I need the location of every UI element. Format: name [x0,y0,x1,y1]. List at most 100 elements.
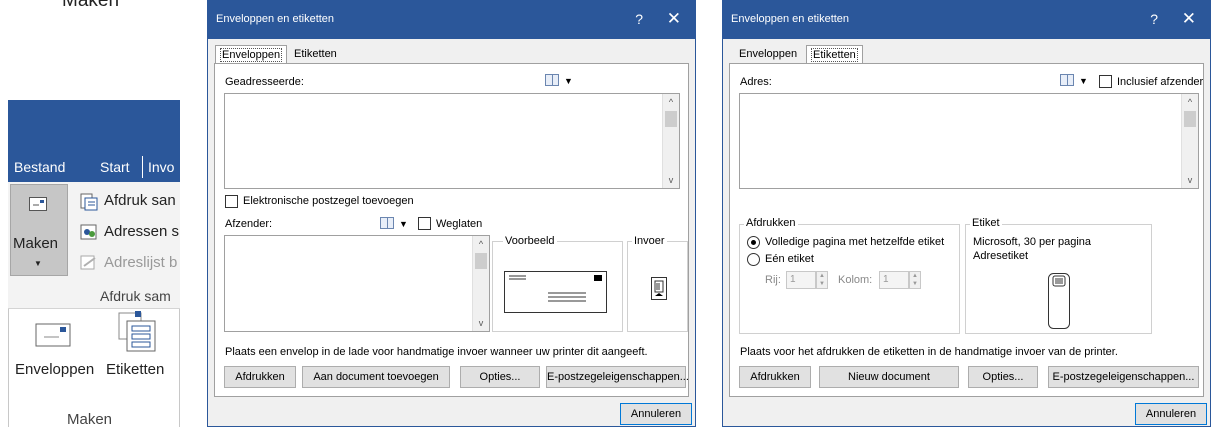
preview-label: Voorbeeld [503,235,557,247]
help-icon[interactable]: ? [1150,11,1158,27]
tab-enveloppen[interactable]: Enveloppen [735,45,801,64]
scroll-down-icon[interactable]: v [663,172,679,188]
envelopes-option[interactable]: Enveloppen [15,361,94,378]
scrollbar[interactable]: ^ v [1181,94,1198,188]
help-icon[interactable]: ? [635,11,643,27]
edit-list-icon [80,255,96,270]
label-vendor: Microsoft, 30 per pagina [973,236,1092,248]
include-sender-checkbox[interactable] [1099,75,1112,88]
include-sender-label: Inclusief afzender [1117,76,1204,88]
labels-large-icon [118,311,156,352]
labels-option[interactable]: Etiketten [106,361,164,378]
omit-checkbox[interactable] [418,217,431,230]
print-options-group: Volledige pagina met hetzelfde etiket Eé… [739,224,960,334]
scrollbar-thumb[interactable] [1184,111,1196,127]
envelope-preview-icon [504,271,607,313]
scrollbar-thumb[interactable] [665,111,677,127]
chevron-down-icon: ▼ [34,259,42,268]
address-book-icon[interactable] [545,74,559,86]
recipients-icon [80,224,97,240]
chevron-down-icon[interactable]: ▼ [1079,76,1088,86]
label-type: Adresetiket [973,250,1029,262]
options-button[interactable]: Opties... [968,366,1038,388]
select-recipients-item[interactable]: Adressen s [104,223,179,240]
label-sheet-icon [1048,273,1070,329]
maken-dropdown: Enveloppen Etiketten Maken [8,309,180,427]
label-address-input[interactable]: ^ v [739,93,1199,189]
maken-button-label: Maken [13,235,59,252]
scrollbar-thumb[interactable] [475,253,487,269]
scroll-down-icon[interactable]: v [473,315,489,331]
tab-bestand[interactable]: Bestand [14,159,65,175]
close-icon[interactable]: ✕ [667,9,681,29]
row-input: 1 [786,271,816,289]
scroll-up-icon[interactable]: ^ [473,236,489,252]
ribbon-tab-bar: Bestand Start Invo [8,100,180,182]
tab-separator [142,156,143,178]
single-label-label: Eén etiket [765,253,814,265]
recipient-address-input[interactable]: ^ v [224,93,680,189]
tab-invoegen[interactable]: Invo [148,159,174,175]
envelope-large-icon [35,323,71,347]
feed-group[interactable] [627,241,688,332]
chevron-down-icon[interactable]: ▼ [399,219,408,229]
chevron-down-icon[interactable]: ▼ [564,76,573,86]
print-button[interactable]: Afdrukken [224,366,296,388]
dropdown-group-label: Maken [67,411,113,427]
scroll-down-icon[interactable]: v [1182,172,1198,188]
tab-etiketten[interactable]: Etiketten [290,45,341,64]
single-label-radio[interactable] [747,253,760,266]
address-label: Adres: [740,76,772,88]
tab-start[interactable]: Start [100,159,130,175]
e-postage-properties-button[interactable]: E-postzegeleigenschappen... [546,366,689,388]
preview-group[interactable] [492,241,623,332]
instruction-text: Plaats een envelop in de lade voor handm… [225,346,648,358]
row-stepper: ▲ ▼ [816,271,828,289]
e-postage-label: Elektronische postzegel toevoegen [243,195,414,207]
dialog-title: Enveloppen en etiketten [731,13,850,25]
labels-tab-panel: Adres: ▼ Inclusief afzender ^ v Volledig… [729,63,1204,397]
scroll-up-icon[interactable]: ^ [663,94,679,110]
options-button[interactable]: Opties... [460,366,540,388]
omit-label: Weglaten [436,218,483,230]
full-page-radio[interactable] [747,236,760,249]
address-book-icon[interactable] [1060,74,1074,86]
edit-recipient-list-item: Adreslijst b [104,254,178,271]
dialog-title-bar: Enveloppen en etiketten ? ✕ [723,1,1210,39]
full-page-label: Volledige pagina met hetzelfde etiket [765,236,945,248]
print-merge-item[interactable]: Afdruk san [104,192,176,209]
scrollbar[interactable]: ^ v [472,236,489,331]
column-label: Kolom: [838,274,873,286]
maken-button[interactable]: Maken ▼ [10,184,68,276]
e-postage-checkbox[interactable] [225,195,238,208]
cancel-button[interactable]: Annuleren [620,403,692,425]
tab-enveloppen[interactable]: Enveloppen [215,45,288,65]
close-icon[interactable]: ✕ [1182,9,1196,29]
column-input: 1 [879,271,909,289]
print-group-label: Afdrukken [744,217,798,229]
dialog-title-bar: Enveloppen en etiketten ? ✕ [208,1,695,39]
envelopes-tab-panel: Geadresseerde: ▼ ^ v Elektronische postz… [214,63,689,397]
sender-address-input[interactable]: ^ v [224,235,490,332]
e-postage-properties-button[interactable]: E-postzegeleigenschappen... [1048,366,1199,388]
label-info-group[interactable]: Microsoft, 30 per pagina Adresetiket [965,224,1152,334]
maken-heading: Maken [62,0,120,11]
dialog-title: Enveloppen en etiketten [216,13,335,25]
ribbon-group-label: Afdruk sam [100,288,171,304]
add-to-document-button[interactable]: Aan document toevoegen [302,366,450,388]
label-group-label: Etiket [970,217,1002,229]
feed-icon [651,277,667,300]
instruction-text: Plaats voor het afdrukken de etiketten i… [740,346,1118,358]
tab-etiketten[interactable]: Etiketten [806,45,863,65]
envelopes-dialog: Enveloppen en etiketten ? ✕ Enveloppen E… [207,0,696,427]
new-document-button[interactable]: Nieuw document [819,366,959,388]
row-label: Rij: [765,274,781,286]
scrollbar[interactable]: ^ v [662,94,679,188]
recipient-label: Geadresseerde: [225,76,304,88]
sender-label: Afzender: [225,218,273,230]
cancel-button[interactable]: Annuleren [1135,403,1207,425]
print-merge-icon [80,193,98,211]
address-book-icon[interactable] [380,217,394,229]
scroll-up-icon[interactable]: ^ [1182,94,1198,110]
print-button[interactable]: Afdrukken [739,366,811,388]
